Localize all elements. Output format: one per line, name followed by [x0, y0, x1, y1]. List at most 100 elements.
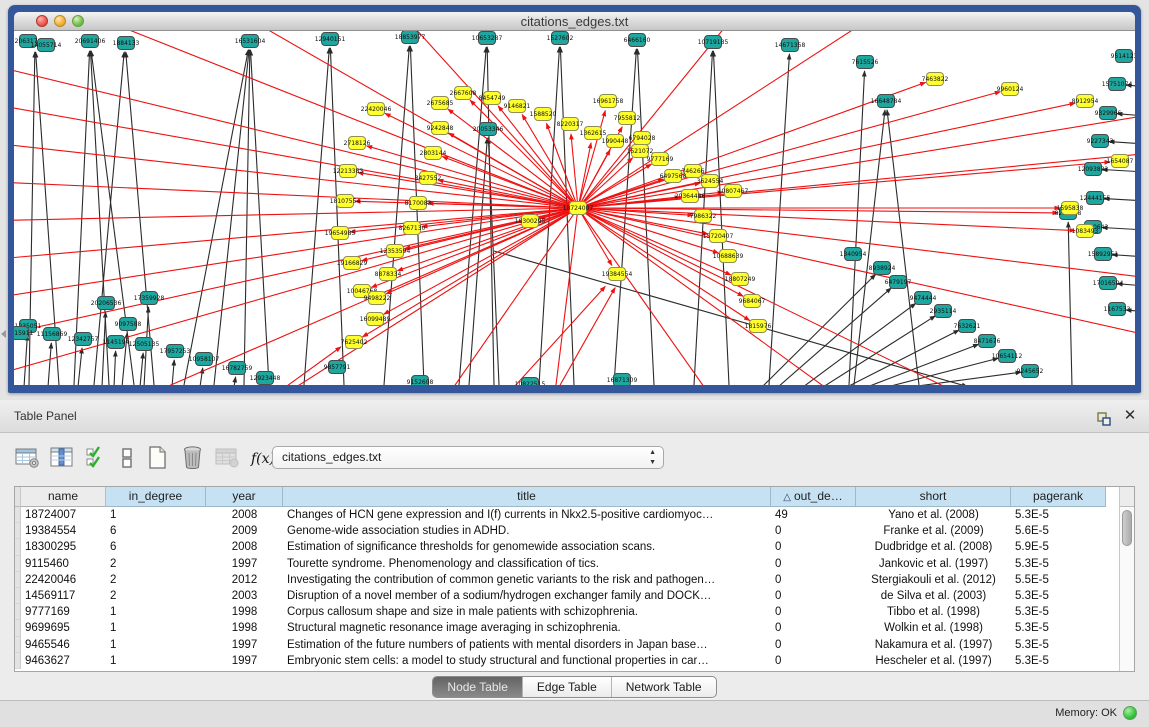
network-node[interactable]: 12213383	[333, 165, 364, 178]
cell-in_degree[interactable]: 1	[106, 604, 206, 620]
cell-year[interactable]: 2003	[206, 588, 283, 604]
network-node[interactable]: 7625402	[341, 336, 368, 349]
network-node[interactable]: 8938924	[869, 262, 896, 275]
network-node[interactable]: 15751074	[1102, 78, 1133, 91]
table-selector[interactable]: citations_edges.txt ▲▼	[272, 446, 664, 469]
network-node[interactable]: 9960124	[997, 83, 1024, 96]
cell-out_degree[interactable]: 0	[771, 572, 856, 588]
cell-out_degree[interactable]: 0	[771, 588, 856, 604]
memory-status[interactable]: Memory: OK	[1055, 706, 1137, 720]
column-header-name[interactable]: name	[21, 487, 106, 507]
network-node[interactable]: 1527602	[547, 32, 574, 45]
network-node[interactable]: 9152608	[407, 376, 434, 386]
cell-name[interactable]: 9699695	[21, 620, 106, 636]
network-node[interactable]: 8912954	[1072, 95, 1099, 108]
cell-short[interactable]: Wolkin et al. (1998)	[856, 620, 1011, 636]
cell-name[interactable]: 9115460	[21, 556, 106, 572]
cell-short[interactable]: Yano et al. (2008)	[856, 507, 1011, 523]
network-node[interactable]: 22420046	[361, 103, 392, 116]
cell-year[interactable]: 1997	[206, 556, 283, 572]
network-window-titlebar[interactable]: citations_edges.txt	[14, 12, 1135, 31]
tab-edge-table[interactable]: Edge Table	[523, 677, 612, 697]
cell-out_degree[interactable]: 0	[771, 637, 856, 653]
network-node[interactable]: 9474444	[910, 292, 937, 305]
network-node[interactable]: 18853977	[395, 31, 426, 44]
cell-out_degree[interactable]: 0	[771, 556, 856, 572]
cell-out_degree[interactable]: 49	[771, 507, 856, 523]
network-node[interactable]: 16782759	[222, 362, 253, 375]
cell-title[interactable]: Changes of HCN gene expression and I(f) …	[283, 507, 771, 523]
cell-in_degree[interactable]: 2	[106, 556, 206, 572]
column-header-out_degree[interactable]: △out_de…	[771, 487, 856, 507]
network-node[interactable]: 8220317	[557, 118, 584, 131]
cell-title[interactable]: Disruption of a novel member of a sodium…	[283, 588, 771, 604]
cell-in_degree[interactable]: 2	[106, 572, 206, 588]
cell-in_degree[interactable]: 2	[106, 588, 206, 604]
cell-short[interactable]: Franke et al. (2009)	[856, 523, 1011, 539]
network-node[interactable]: 9227343	[1087, 135, 1114, 148]
network-node[interactable]: 12444155	[1080, 192, 1111, 205]
cell-year[interactable]: 1998	[206, 620, 283, 636]
cell-name[interactable]: 9463627	[21, 653, 106, 669]
cell-title[interactable]: Estimation of the future numbers of pati…	[283, 637, 771, 653]
cell-name[interactable]: 14569117	[21, 588, 106, 604]
network-node[interactable]: 16871309	[607, 374, 638, 386]
cell-pagerank[interactable]: 5.3E-5	[1011, 507, 1106, 523]
delete-item-icon[interactable]	[179, 445, 206, 471]
cell-year[interactable]: 2008	[206, 539, 283, 555]
cell-in_degree[interactable]: 6	[106, 523, 206, 539]
network-node[interactable]: 1654087	[1107, 155, 1134, 168]
cell-pagerank[interactable]: 5.3E-5	[1011, 556, 1106, 572]
cell-in_degree[interactable]: 6	[106, 539, 206, 555]
new-document-icon[interactable]	[144, 445, 171, 471]
cell-pagerank[interactable]: 5.3E-5	[1011, 620, 1106, 636]
cell-short[interactable]: de Silva et al. (2003)	[856, 588, 1011, 604]
network-node[interactable]: 9514123	[1111, 50, 1135, 63]
cell-title[interactable]: Estimation of significance thresholds fo…	[283, 539, 771, 555]
cell-title[interactable]: Corpus callosum shape and size in male p…	[283, 604, 771, 620]
cell-in_degree[interactable]: 1	[106, 507, 206, 523]
column-header-in_degree[interactable]: in_degree	[106, 487, 206, 507]
cell-name[interactable]: 9777169	[21, 604, 106, 620]
float-panel-icon[interactable]	[1095, 408, 1113, 426]
network-node[interactable]: 2935114	[930, 305, 957, 318]
network-node[interactable]: 18107554	[330, 195, 361, 208]
network-node[interactable]: 12940151	[315, 33, 346, 46]
row-height-icon[interactable]	[114, 445, 136, 471]
split-divider-arrow-icon[interactable]	[1, 330, 6, 338]
cell-short[interactable]: Stergiakouli et al. (2012)	[856, 572, 1011, 588]
cell-out_degree[interactable]: 0	[771, 539, 856, 555]
network-node[interactable]: 20206536	[91, 297, 122, 310]
table-settings-icon[interactable]	[14, 445, 41, 471]
network-node[interactable]: 17359928	[134, 292, 165, 305]
cell-pagerank[interactable]: 5.3E-5	[1011, 637, 1106, 653]
cell-short[interactable]: Tibbo et al. (1998)	[856, 604, 1011, 620]
network-node[interactable]: 6794028	[629, 132, 656, 145]
network-node[interactable]: 16961758	[593, 95, 624, 108]
cell-in_degree[interactable]: 1	[106, 637, 206, 653]
network-node[interactable]: 7463822	[922, 73, 949, 86]
cell-pagerank[interactable]: 5.9E-5	[1011, 539, 1106, 555]
network-node[interactable]: 1815976	[745, 320, 772, 333]
network-node[interactable]: 2667608	[450, 87, 477, 100]
network-node[interactable]: 7615526	[852, 56, 879, 69]
cell-pagerank[interactable]: 5.3E-5	[1011, 604, 1106, 620]
network-node[interactable]: 20053346	[473, 123, 504, 136]
network-node[interactable]: 15720407	[703, 230, 734, 243]
network-node[interactable]: 10653287	[472, 32, 503, 45]
network-node[interactable]: 9245652	[1017, 365, 1044, 378]
tab-node-table[interactable]: Node Table	[433, 677, 523, 697]
column-header-short[interactable]: short	[856, 487, 1011, 507]
network-node[interactable]: 10958107	[189, 353, 220, 366]
network-node[interactable]: 8471676	[974, 335, 1001, 348]
cell-year[interactable]: 1997	[206, 653, 283, 669]
network-node[interactable]: 6466160	[624, 34, 651, 47]
cell-title[interactable]: Structural magnetic resonance image aver…	[283, 620, 771, 636]
cell-title[interactable]: Tourette syndrome. Phenomenology and cla…	[283, 556, 771, 572]
network-node[interactable]: 1167533	[1104, 303, 1131, 316]
cell-title[interactable]: Embryonic stem cells: a model to study s…	[283, 653, 771, 669]
cell-name[interactable]: 18300295	[21, 539, 106, 555]
cell-name[interactable]: 9465546	[21, 637, 106, 653]
network-node[interactable]: 9329966	[1095, 107, 1122, 120]
cell-in_degree[interactable]: 1	[106, 620, 206, 636]
